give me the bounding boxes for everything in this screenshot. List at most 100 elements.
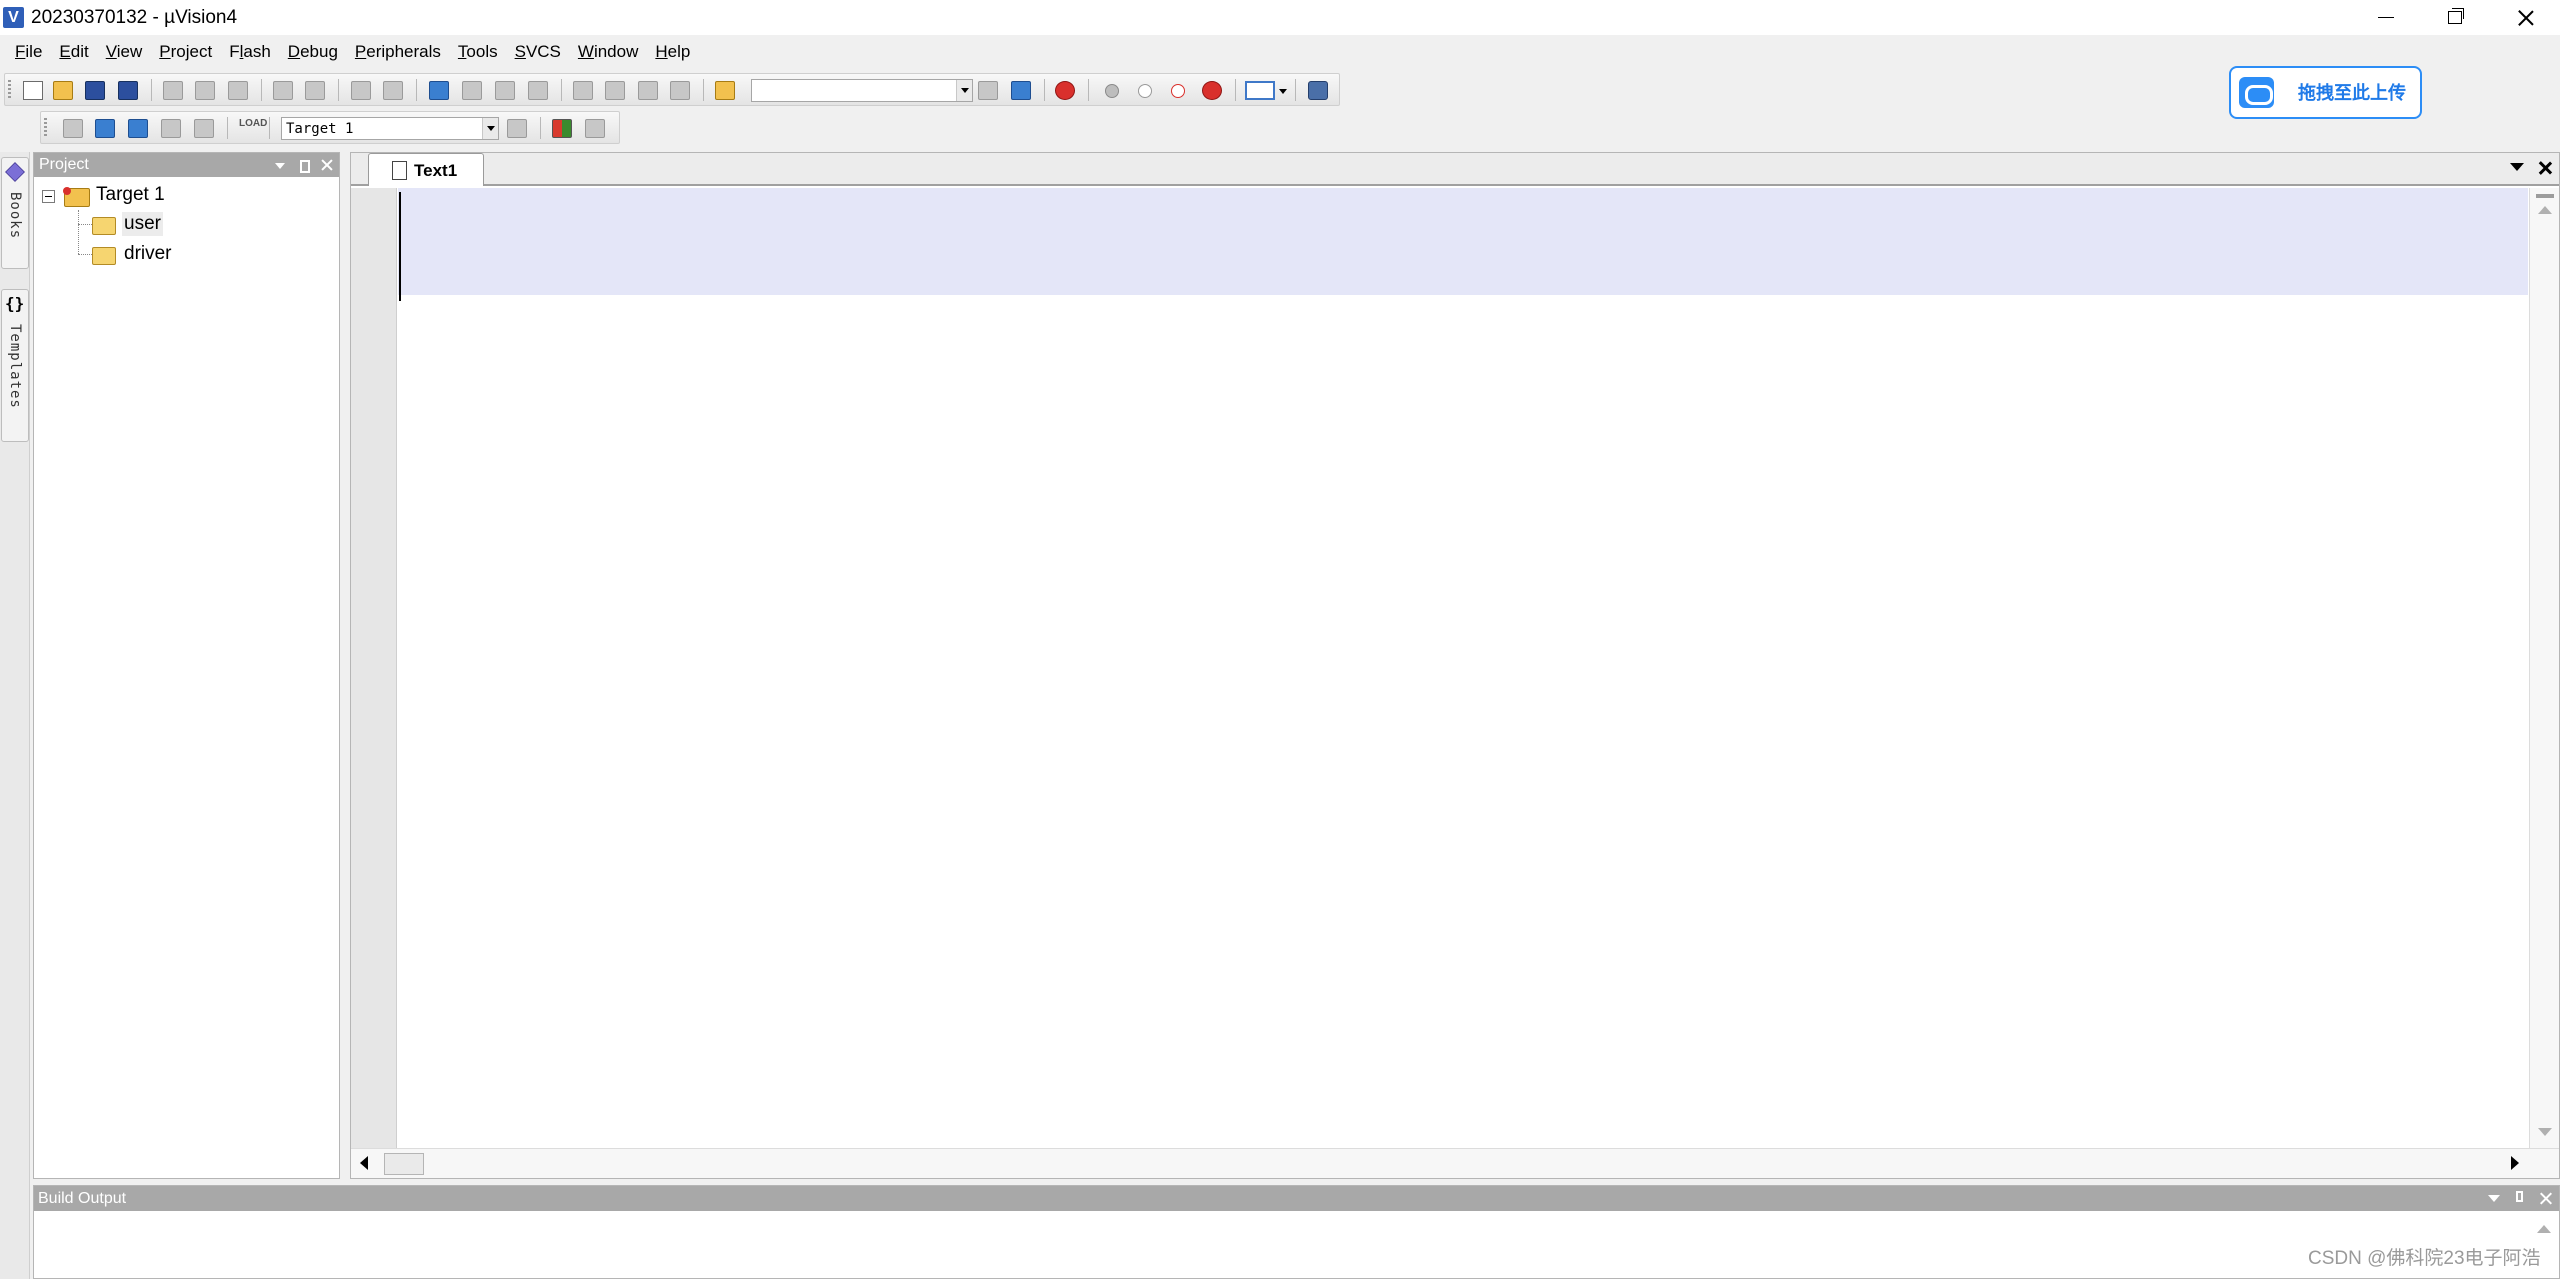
menu-window[interactable]: Window xyxy=(571,37,648,67)
translate-icon[interactable] xyxy=(63,119,83,138)
line-number-gutter[interactable] xyxy=(351,188,397,1148)
find-combo[interactable] xyxy=(751,79,973,102)
menu-project[interactable]: Project xyxy=(152,37,222,67)
close-icon[interactable] xyxy=(2536,1189,2556,1209)
navigate-back-icon[interactable] xyxy=(351,81,371,100)
tab-templates[interactable]: {} Templates xyxy=(1,289,29,442)
restore-button[interactable] xyxy=(2418,0,2488,35)
scroll-up-icon[interactable] xyxy=(2538,206,2552,214)
menu-help[interactable]: Help xyxy=(648,37,700,67)
build-icon[interactable] xyxy=(95,119,115,138)
build-output-panel: Build Output xyxy=(33,1185,2560,1279)
menu-svcs[interactable]: SVCS xyxy=(508,37,571,67)
kill-breakpoints-icon[interactable] xyxy=(1202,81,1222,100)
new-file-icon[interactable] xyxy=(23,81,43,100)
indent-icon[interactable] xyxy=(573,81,593,100)
copy-icon[interactable] xyxy=(195,81,215,100)
tree-node-target-label: Target 1 xyxy=(96,184,165,205)
menu-debug[interactable]: Debug xyxy=(281,37,348,67)
navigate-forward-icon[interactable] xyxy=(383,81,403,100)
cut-icon[interactable] xyxy=(163,81,183,100)
window-layout-icon[interactable] xyxy=(1245,81,1275,100)
tree-node-driver[interactable]: driver xyxy=(34,224,334,268)
chevron-down-icon[interactable] xyxy=(956,80,972,101)
drag-upload-button[interactable]: 拖拽至此上传 xyxy=(2229,66,2422,119)
save-icon[interactable] xyxy=(85,81,105,100)
toolbar-grip[interactable] xyxy=(44,118,47,138)
books-icon xyxy=(5,162,25,182)
close-icon[interactable] xyxy=(317,155,337,175)
menu-tools[interactable]: Tools xyxy=(451,37,508,67)
scrollbar-thumb[interactable] xyxy=(384,1153,424,1175)
manage-components-icon[interactable] xyxy=(552,119,572,138)
project-panel-title: Project xyxy=(39,156,89,173)
file-extensions-icon[interactable] xyxy=(585,119,605,138)
title-bar: V 20230370132 - µVision4 xyxy=(0,0,2560,35)
tree-node-user[interactable]: user xyxy=(34,210,334,238)
configure-icon[interactable] xyxy=(1308,81,1328,100)
load-download-icon[interactable]: LOAD xyxy=(239,119,267,138)
uncomment-icon[interactable] xyxy=(670,81,690,100)
tab-list-chevron-down-icon[interactable] xyxy=(2510,163,2524,171)
chevron-down-icon[interactable] xyxy=(1277,81,1289,100)
chevron-down-icon[interactable] xyxy=(270,155,290,175)
open-file-icon[interactable] xyxy=(53,81,73,100)
tree-line xyxy=(78,224,92,225)
incremental-find-icon[interactable] xyxy=(1011,81,1031,100)
menu-peripherals[interactable]: Peripherals xyxy=(348,37,451,67)
scroll-right-icon[interactable] xyxy=(2511,1156,2519,1170)
undo-icon[interactable] xyxy=(273,81,293,100)
split-handle[interactable] xyxy=(2536,194,2554,198)
toolbar-separator xyxy=(269,117,270,139)
toolbar-grip[interactable] xyxy=(8,80,11,100)
project-panel-header: Project xyxy=(34,153,339,177)
menu-view[interactable]: View xyxy=(99,37,153,67)
next-bookmark-icon[interactable] xyxy=(495,81,515,100)
cloud-icon xyxy=(2239,77,2274,108)
batch-build-icon[interactable] xyxy=(161,119,181,138)
chevron-down-icon[interactable] xyxy=(482,118,498,139)
previous-bookmark-icon[interactable] xyxy=(462,81,482,100)
unindent-icon[interactable] xyxy=(605,81,625,100)
insert-bookmark-icon[interactable] xyxy=(429,81,449,100)
start-debug-icon[interactable] xyxy=(1055,81,1075,100)
build-output-header: Build Output xyxy=(34,1186,2559,1211)
menu-edit[interactable]: Edit xyxy=(52,37,98,67)
rebuild-icon[interactable] xyxy=(128,119,148,138)
tab-text1[interactable]: Text1 xyxy=(368,153,484,186)
scroll-left-icon[interactable] xyxy=(360,1156,368,1170)
find-in-files-icon[interactable] xyxy=(715,81,735,100)
scroll-up-icon[interactable] xyxy=(2537,1225,2551,1233)
target-options-icon[interactable] xyxy=(507,119,527,138)
chevron-down-icon[interactable] xyxy=(2488,1195,2500,1202)
vertical-scrollbar[interactable] xyxy=(2529,188,2559,1148)
scroll-down-icon[interactable] xyxy=(2538,1128,2552,1136)
tree-node-target[interactable]: Target 1 xyxy=(34,180,334,208)
target-select[interactable]: Target 1 xyxy=(281,117,499,140)
minimize-button[interactable] xyxy=(2350,0,2420,35)
close-document-icon[interactable] xyxy=(2534,158,2556,180)
tab-books[interactable]: Books xyxy=(1,157,29,269)
horizontal-scrollbar[interactable] xyxy=(351,1148,2559,1178)
pin-icon[interactable] xyxy=(293,155,313,175)
pin-icon[interactable] xyxy=(2516,1191,2523,1202)
insert-breakpoint-icon[interactable] xyxy=(1105,84,1119,98)
paste-icon[interactable] xyxy=(228,81,248,100)
menu-file[interactable]: File xyxy=(8,37,52,67)
stop-build-icon[interactable] xyxy=(194,119,214,138)
collapse-icon[interactable] xyxy=(42,190,55,203)
find-icon[interactable] xyxy=(978,81,998,100)
comment-icon[interactable] xyxy=(638,81,658,100)
target-icon xyxy=(63,187,90,207)
code-text-area[interactable] xyxy=(398,188,2528,1148)
redo-icon[interactable] xyxy=(305,81,325,100)
file-toolbar xyxy=(4,73,1340,106)
toolbar-separator xyxy=(151,79,152,101)
disable-breakpoints-icon[interactable] xyxy=(1171,84,1185,98)
menu-flash[interactable]: Flash xyxy=(222,37,281,67)
save-all-icon[interactable] xyxy=(118,81,138,100)
build-toolbar: LOAD Target 1 xyxy=(40,111,620,144)
enable-breakpoint-icon[interactable] xyxy=(1138,84,1152,98)
clear-bookmarks-icon[interactable] xyxy=(528,81,548,100)
close-window-button[interactable] xyxy=(2490,0,2560,35)
